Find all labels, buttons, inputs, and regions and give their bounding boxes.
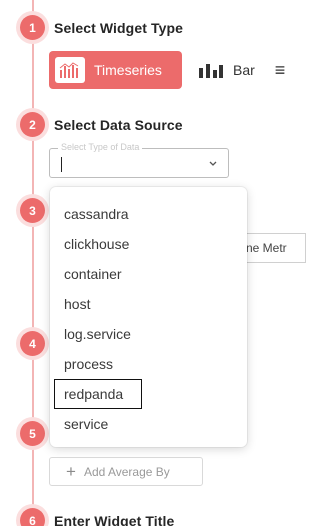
text-cursor [61,157,62,172]
chevron-down-icon[interactable] [208,158,218,168]
option-container[interactable]: container [50,259,247,289]
widget-type-selector: Timeseries Bar ≡ [49,51,285,89]
plus-icon: + [66,462,76,481]
option-service[interactable]: service [50,409,247,439]
metric-field-text: ne Metr [246,241,287,255]
bar-label: Bar [233,62,255,78]
option-process[interactable]: process [50,349,247,379]
option-redpanda[interactable]: redpanda [54,379,142,409]
option-host[interactable]: host [50,289,247,319]
data-type-dropdown: cassandra clickhouse container host log.… [50,187,247,447]
option-cassandra[interactable]: cassandra [50,199,247,229]
step-2-title: Select Data Source [54,117,183,133]
step-4-badge: 4 [20,331,45,356]
step-rail [32,0,34,526]
option-clickhouse[interactable]: clickhouse [50,229,247,259]
bar-chart-icon [199,64,223,78]
timeseries-type-button[interactable]: Timeseries [49,51,182,89]
timeseries-label: Timeseries [94,62,162,78]
step-3-badge: 3 [20,198,45,223]
bar-type-button[interactable]: Bar [198,62,255,78]
step-6-badge: 6 [20,508,45,526]
data-type-select[interactable]: Select Type of Data [49,142,229,178]
step-1-title: Select Widget Type [54,20,183,36]
add-average-by-button[interactable]: + Add Average By [49,457,203,486]
option-log-service[interactable]: log.service [50,319,247,349]
data-type-legend: Select Type of Data [58,142,143,152]
timeseries-icon [55,57,85,83]
step-6-title: Enter Widget Title [54,513,175,526]
step-5-badge: 5 [20,421,45,446]
step-2-badge: 2 [20,112,45,137]
more-types-icon[interactable]: ≡ [275,61,286,79]
step-1-badge: 1 [20,15,45,40]
add-average-by-label: Add Average By [83,464,170,479]
